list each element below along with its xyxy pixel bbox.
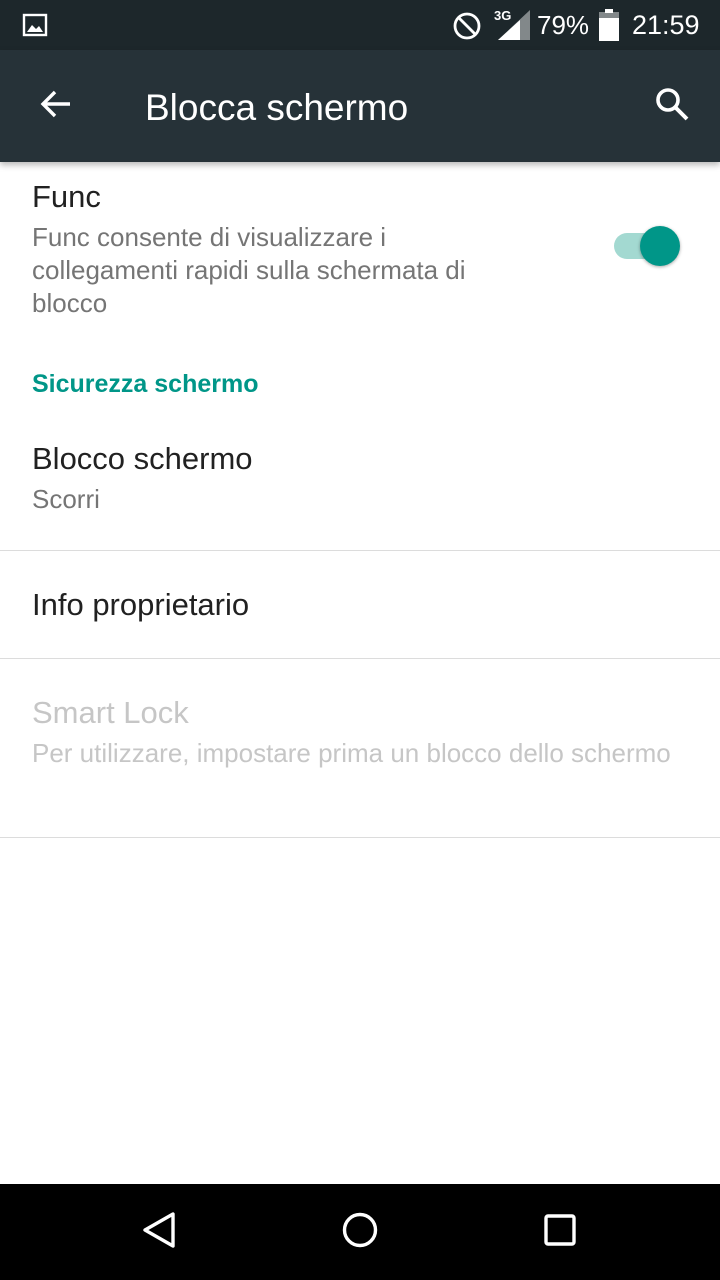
battery-percent: 79% — [537, 10, 590, 40]
func-preference[interactable]: Func Func consente di visualizzare i col… — [0, 162, 720, 342]
back-button[interactable] — [28, 78, 84, 134]
nav-back-button[interactable] — [130, 1204, 190, 1260]
search-button[interactable] — [642, 78, 702, 134]
owner-info-preference[interactable]: Info proprietario — [0, 551, 720, 658]
toggle-thumb — [640, 226, 680, 266]
divider — [0, 837, 720, 838]
screen-lock-summary: Scorri — [32, 484, 100, 514]
nav-recents-button[interactable] — [530, 1204, 590, 1260]
smart-lock-title: Smart Lock — [32, 695, 189, 730]
screen-lock-title: Blocco schermo — [32, 441, 253, 476]
owner-info-title: Info proprietario — [32, 587, 250, 622]
smart-lock-preference: Smart Lock Per utilizzare, impostare pri… — [0, 659, 720, 836]
smart-lock-summary: Per utilizzare, impostare prima un blocc… — [32, 738, 671, 768]
nav-back-icon — [140, 1210, 180, 1255]
arrow-back-icon — [38, 86, 74, 127]
nav-home-icon — [340, 1210, 380, 1255]
func-toggle-switch[interactable] — [612, 226, 684, 266]
func-summary: Func consente di visualizzare i collegam… — [32, 222, 466, 318]
status-bar: 3G 79% 21:59 — [0, 0, 720, 50]
app-bar: Blocca schermo — [0, 50, 720, 162]
nav-home-button[interactable] — [330, 1204, 390, 1260]
section-header-security: Sicurezza schermo — [32, 370, 259, 398]
gallery-icon — [22, 12, 48, 38]
search-icon — [653, 85, 691, 128]
status-time: 21:59 — [632, 10, 700, 40]
battery-icon — [598, 9, 620, 41]
signal-icon — [494, 10, 532, 40]
screen: 3G 79% 21:59 Blocca schermo Func Func co… — [0, 0, 720, 1280]
nav-recents-icon — [540, 1210, 580, 1255]
do-not-disturb-icon — [452, 11, 482, 41]
page-title: Blocca schermo — [145, 87, 409, 128]
screen-lock-preference[interactable]: Blocco schermo Scorri — [0, 424, 720, 550]
navigation-bar — [0, 1184, 720, 1280]
func-title: Func — [32, 179, 101, 214]
